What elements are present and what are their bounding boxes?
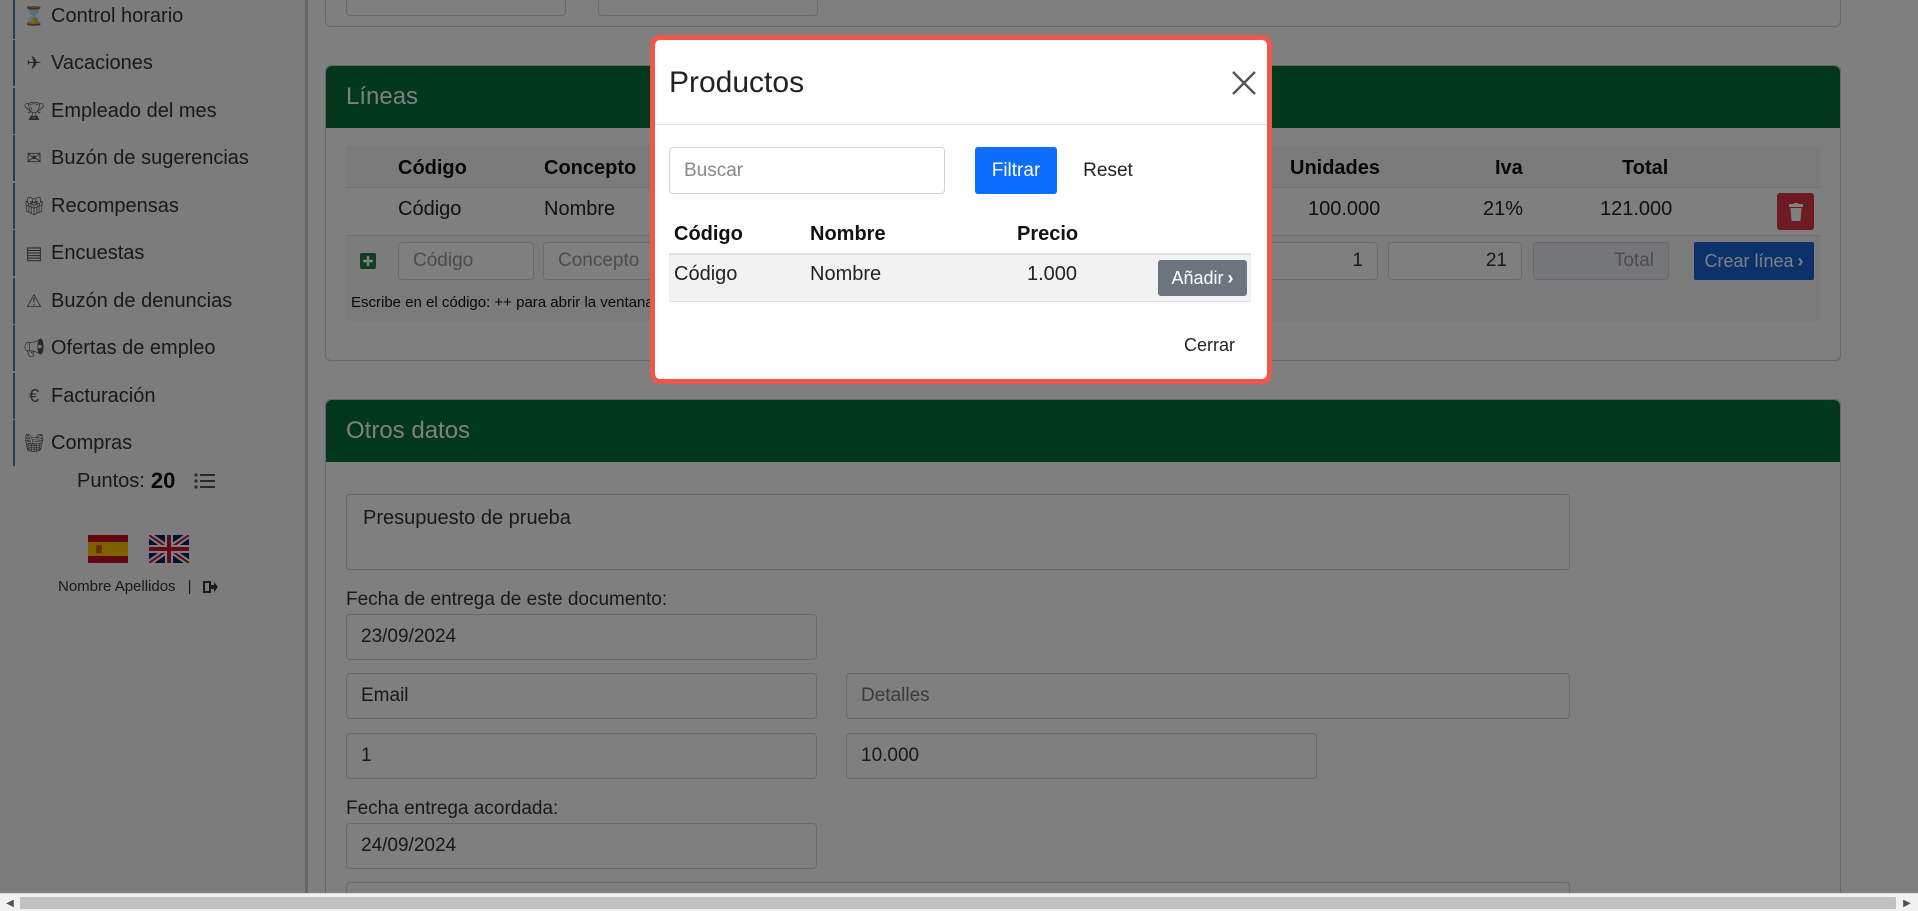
scroll-right-icon[interactable]: ▶ — [1900, 897, 1914, 909]
filter-button[interactable]: Filtrar — [975, 147, 1057, 194]
scroll-left-icon[interactable]: ◀ — [3, 897, 17, 909]
search-input[interactable]: Buscar — [669, 147, 945, 194]
close-button[interactable]: Cerrar — [1184, 335, 1235, 356]
scrollbar-thumb[interactable] — [20, 897, 1896, 909]
modal-col-precio: Precio — [1017, 223, 1079, 245]
reset-button[interactable]: Reset — [1075, 147, 1141, 194]
modal-col-codigo: Código — [674, 223, 743, 245]
modal-row-precio: 1.000 — [1027, 263, 1078, 285]
close-icon[interactable] — [1231, 70, 1257, 96]
modal-row-nombre: Nombre — [810, 263, 882, 285]
modal-header-divider — [655, 124, 1267, 125]
add-product-button[interactable]: Añadir › — [1158, 260, 1247, 296]
horizontal-scrollbar[interactable]: ◀ ▶ — [0, 893, 1918, 911]
productos-modal: Productos Buscar Filtrar Reset Código No… — [650, 35, 1272, 384]
modal-row-codigo: Código — [674, 263, 738, 285]
modal-col-nombre: Nombre — [810, 223, 886, 245]
add-product-label: Añadir — [1171, 267, 1224, 288]
modal-title: Productos — [669, 66, 805, 99]
modal-footer-divider — [655, 328, 1267, 329]
chevron-right-icon: › — [1227, 267, 1234, 288]
